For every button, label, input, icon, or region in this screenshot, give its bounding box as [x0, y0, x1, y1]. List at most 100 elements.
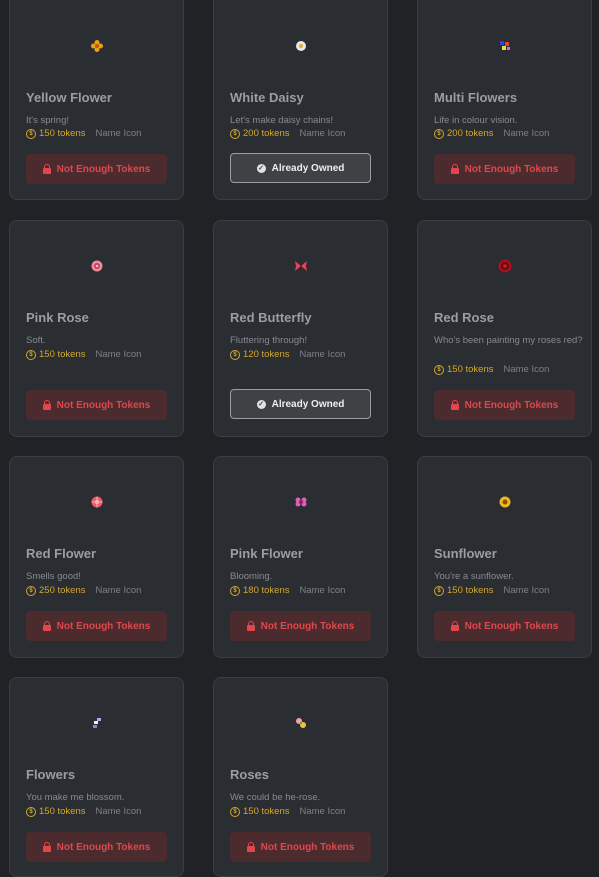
shop-item-card: Yellow Flower It's spring! $ 150 tokens …: [9, 0, 184, 200]
red-flower-icon: [10, 494, 183, 510]
red-butterfly-icon: [214, 258, 387, 274]
pink-rose-icon: [10, 258, 183, 274]
coin-icon: $: [26, 585, 36, 596]
button-label: Not Enough Tokens: [464, 163, 559, 175]
not-enough-tokens-button[interactable]: Not Enough Tokens: [26, 611, 167, 641]
shop-item-card: White Daisy Let's make daisy chains! $ 2…: [213, 0, 388, 200]
item-type: Name Icon: [503, 128, 550, 139]
item-description: Smells good!: [26, 571, 81, 582]
button-label: Not Enough Tokens: [56, 399, 151, 411]
button-label: Not Enough Tokens: [56, 163, 151, 175]
item-type: Name Icon: [95, 585, 142, 596]
item-description: Fluttering through!: [230, 335, 308, 346]
item-description: It's spring!: [26, 115, 69, 126]
item-title: Sunflower: [434, 546, 497, 561]
button-label: Not Enough Tokens: [464, 620, 559, 632]
item-description: Soft.: [26, 335, 46, 346]
button-label: Not Enough Tokens: [260, 841, 355, 853]
button-label: Not Enough Tokens: [464, 399, 559, 411]
item-meta: $ 120 tokens Name Icon: [230, 349, 345, 360]
item-description: You make me blossom.: [26, 792, 125, 803]
white-daisy-icon: [214, 38, 387, 54]
lock-icon: [246, 842, 255, 852]
item-type: Name Icon: [299, 585, 346, 596]
token-price: 150 tokens: [447, 364, 494, 375]
check-icon: ✓: [256, 399, 266, 409]
coin-icon: $: [230, 585, 240, 596]
coin-icon: $: [26, 806, 36, 817]
token-price: 200 tokens: [243, 128, 290, 139]
not-enough-tokens-button[interactable]: Not Enough Tokens: [434, 611, 575, 641]
not-enough-tokens-button[interactable]: Not Enough Tokens: [230, 832, 371, 862]
lock-icon: [42, 842, 51, 852]
already-owned-button[interactable]: ✓ Already Owned: [230, 153, 371, 183]
shop-item-card: Pink Rose Soft. $ 150 tokens Name Icon N…: [9, 220, 184, 437]
item-meta: $ 200 tokens Name Icon: [230, 128, 345, 139]
item-meta: $ 150 tokens Name Icon: [230, 806, 345, 817]
already-owned-button[interactable]: ✓ Already Owned: [230, 389, 371, 419]
lock-icon: [42, 621, 51, 631]
shop-item-card: Red Flower Smells good! $ 250 tokens Nam…: [9, 456, 184, 658]
lock-icon: [450, 164, 459, 174]
shop-item-card: Roses We could be he-rose. $ 150 tokens …: [213, 677, 388, 877]
token-price: 150 tokens: [39, 806, 86, 817]
pink-flower-icon: [214, 494, 387, 510]
flowers-icon: [10, 715, 183, 731]
item-type: Name Icon: [299, 806, 346, 817]
item-type: Name Icon: [95, 128, 142, 139]
coin-icon: $: [230, 128, 240, 139]
item-title: Roses: [230, 767, 270, 782]
token-price: 150 tokens: [39, 128, 86, 139]
not-enough-tokens-button[interactable]: Not Enough Tokens: [26, 154, 167, 184]
item-title: Flowers: [26, 767, 76, 782]
sunflower-icon: [418, 494, 591, 510]
not-enough-tokens-button[interactable]: Not Enough Tokens: [26, 832, 167, 862]
lock-icon: [42, 164, 51, 174]
item-description: Blooming.: [230, 571, 273, 582]
lock-icon: [450, 400, 459, 410]
item-type: Name Icon: [95, 806, 142, 817]
coin-icon: $: [434, 364, 444, 375]
coin-icon: $: [26, 128, 36, 139]
shop-item-card: Flowers You make me blossom. $ 150 token…: [9, 677, 184, 877]
not-enough-tokens-button[interactable]: Not Enough Tokens: [230, 611, 371, 641]
coin-icon: $: [230, 349, 240, 360]
multi-flowers-icon: [418, 38, 591, 54]
token-price: 150 tokens: [447, 585, 494, 596]
yellow-flower-icon: [10, 38, 183, 54]
item-title: Yellow Flower: [26, 90, 112, 105]
item-description: Who's been painting my roses red?: [434, 335, 583, 346]
item-meta: $ 250 tokens Name Icon: [26, 585, 141, 596]
coin-icon: $: [230, 806, 240, 817]
coin-icon: $: [434, 128, 444, 139]
item-title: Pink Rose: [26, 310, 89, 325]
item-title: White Daisy: [230, 90, 304, 105]
item-meta: $ 150 tokens Name Icon: [26, 349, 141, 360]
item-meta: $ 150 tokens Name Icon: [26, 128, 141, 139]
shop-item-card: Multi Flowers Life in colour vision. $ 2…: [417, 0, 592, 200]
shop-item-card: Red Rose Who's been painting my roses re…: [417, 220, 592, 437]
button-label: Not Enough Tokens: [260, 620, 355, 632]
lock-icon: [450, 621, 459, 631]
item-title: Red Flower: [26, 546, 97, 561]
item-meta: $ 180 tokens Name Icon: [230, 585, 345, 596]
item-type: Name Icon: [503, 585, 550, 596]
item-title: Red Rose: [434, 310, 494, 325]
not-enough-tokens-button[interactable]: Not Enough Tokens: [434, 154, 575, 184]
not-enough-tokens-button[interactable]: Not Enough Tokens: [26, 390, 167, 420]
item-description: Life in colour vision.: [434, 115, 518, 126]
item-meta: $ 150 tokens Name Icon: [434, 364, 549, 375]
roses-icon: [214, 715, 387, 731]
item-description: You're a sunflower.: [434, 571, 514, 582]
token-price: 120 tokens: [243, 349, 290, 360]
item-type: Name Icon: [299, 128, 346, 139]
item-meta: $ 150 tokens Name Icon: [434, 585, 549, 596]
item-description: We could be he-rose.: [230, 792, 321, 803]
button-label: Already Owned: [271, 398, 345, 410]
item-type: Name Icon: [299, 349, 346, 360]
not-enough-tokens-button[interactable]: Not Enough Tokens: [434, 390, 575, 420]
item-description: Let's make daisy chains!: [230, 115, 334, 126]
token-price: 180 tokens: [243, 585, 290, 596]
item-meta: $ 150 tokens Name Icon: [26, 806, 141, 817]
red-rose-icon: [418, 258, 591, 274]
